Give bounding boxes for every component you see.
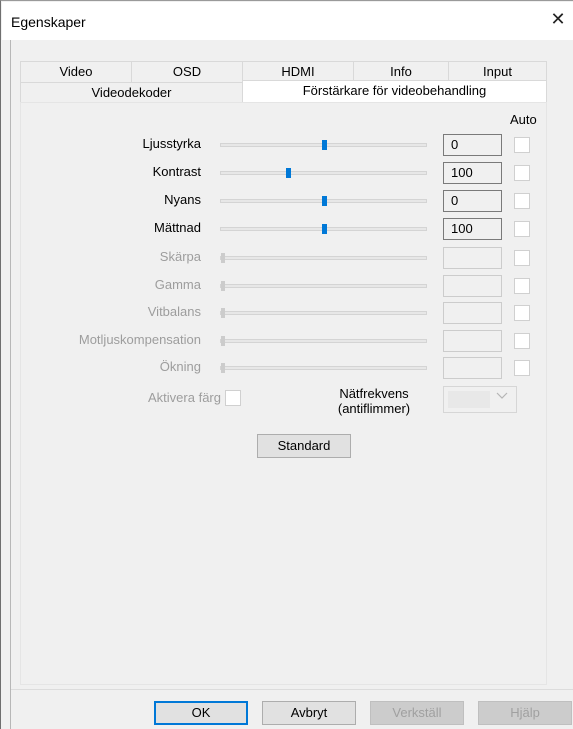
slider-value-field: [443, 275, 502, 297]
tab-osd[interactable]: OSD: [131, 61, 243, 82]
slider-label: Mättnad: [154, 220, 201, 235]
powerline-frequency-dropdown[interactable]: [443, 386, 517, 413]
tab-input[interactable]: Input: [448, 61, 547, 82]
help-button[interactable]: Hjälp: [478, 701, 572, 725]
slider-value-field: [443, 357, 502, 379]
footer-divider: [11, 689, 573, 690]
slider-label: Motljuskompensation: [78, 332, 201, 347]
auto-checkbox[interactable]: [514, 360, 530, 376]
auto-column-header: Auto: [510, 112, 537, 127]
slider-label: Gamma: [154, 277, 201, 292]
auto-checkbox[interactable]: [514, 221, 530, 237]
tab-video[interactable]: Video: [20, 61, 132, 82]
cancel-button[interactable]: Avbryt: [262, 701, 356, 725]
properties-dialog: Egenskaper ✕ Video OSD HDMI Info Input V…: [0, 0, 573, 729]
ok-button[interactable]: OK: [154, 701, 248, 725]
slider-label: Ökning: [159, 359, 201, 374]
slider-value-field[interactable]: 100: [443, 162, 502, 184]
slider-track[interactable]: [220, 171, 427, 175]
tab-hdmi[interactable]: HDMI: [242, 61, 354, 82]
enable-color-checkbox[interactable]: [225, 390, 241, 406]
window-title: Egenskaper: [11, 14, 86, 30]
slider-label: Vitbalans: [147, 304, 201, 319]
slider-thumb: [221, 363, 225, 373]
slider-track: [220, 339, 427, 343]
slider-thumb: [221, 253, 225, 263]
tab-video-processing-amplifier[interactable]: Förstärkare för videobehandling: [242, 80, 547, 103]
slider-value-field: [443, 302, 502, 324]
auto-checkbox[interactable]: [514, 333, 530, 349]
auto-checkbox[interactable]: [514, 193, 530, 209]
slider-thumb: [221, 281, 225, 291]
slider-thumb[interactable]: [322, 196, 327, 206]
slider-track: [220, 311, 427, 315]
slider-thumb[interactable]: [286, 168, 291, 178]
enable-color-label: Aktivera färg: [148, 390, 221, 405]
auto-checkbox[interactable]: [514, 305, 530, 321]
tab-info[interactable]: Info: [353, 61, 449, 82]
slider-label: Skärpa: [159, 249, 201, 264]
slider-track: [220, 366, 427, 370]
slider-track: [220, 284, 427, 288]
auto-checkbox[interactable]: [514, 137, 530, 153]
slider-value-field[interactable]: 0: [443, 134, 502, 156]
powerline-label-line2: (antiflimmer): [337, 401, 411, 416]
auto-checkbox[interactable]: [514, 278, 530, 294]
tab-videodekoder[interactable]: Videodekoder: [20, 82, 243, 103]
slider-value-field: [443, 330, 502, 352]
apply-button[interactable]: Verkställ: [370, 701, 464, 725]
slider-thumb: [221, 308, 225, 318]
auto-checkbox[interactable]: [514, 250, 530, 266]
slider-value-field[interactable]: 0: [443, 190, 502, 212]
left-border: [10, 40, 11, 729]
slider-thumb[interactable]: [322, 224, 327, 234]
powerline-frequency-label: Nätfrekvens (antiflimmer): [323, 386, 425, 416]
close-icon[interactable]: ✕: [543, 6, 573, 36]
powerline-label-line1: Nätfrekvens: [339, 386, 409, 401]
slider-thumb: [221, 336, 225, 346]
auto-checkbox[interactable]: [514, 165, 530, 181]
dropdown-value: [448, 391, 490, 408]
chevron-down-icon: [496, 391, 508, 403]
slider-track: [220, 256, 427, 260]
slider-label: Kontrast: [152, 164, 201, 179]
title-bar: Egenskaper ✕: [2, 2, 573, 40]
slider-label: Nyans: [164, 192, 201, 207]
slider-label: Ljusstyrka: [142, 136, 201, 151]
slider-thumb[interactable]: [322, 140, 327, 150]
standard-button[interactable]: Standard: [257, 434, 351, 458]
slider-value-field: [443, 247, 502, 269]
slider-value-field[interactable]: 100: [443, 218, 502, 240]
